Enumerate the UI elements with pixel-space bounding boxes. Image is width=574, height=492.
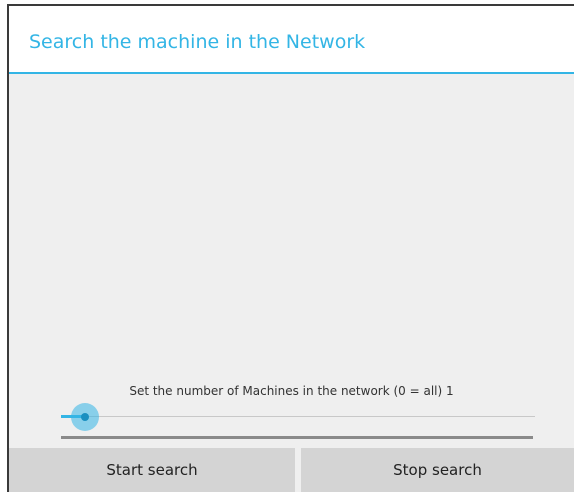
machine-count-label: Set the number of Machines in the networ… [129,384,454,398]
search-dialog: Search the machine in the Network Set th… [7,4,574,492]
dialog-title: Search the machine in the Network [29,31,366,53]
slider-track[interactable] [61,416,535,417]
machine-count-slider[interactable] [61,400,535,434]
start-search-button[interactable]: Start search [9,448,295,492]
slider-thumb-center[interactable] [81,413,89,421]
stop-search-button[interactable]: Stop search [301,448,574,492]
dialog-title-bar: Search the machine in the Network [9,6,574,72]
dialog-content: Set the number of Machines in the networ… [9,74,574,448]
content-divider [61,436,533,439]
screen: Search the machine in the Network Set th… [0,0,574,492]
button-bar: Start search Stop search [9,448,574,492]
